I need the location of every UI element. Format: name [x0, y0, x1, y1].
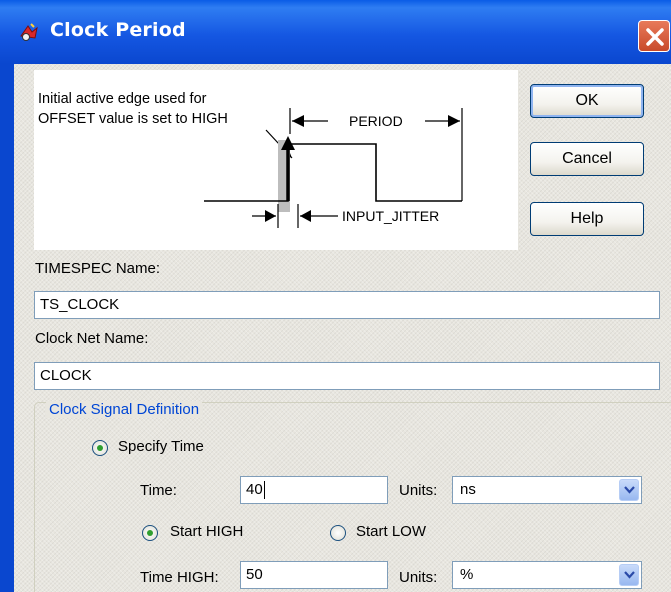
- time-high-units-label: Units:: [399, 569, 438, 586]
- help-button[interactable]: Help: [530, 202, 644, 236]
- clock-wizard-icon: [18, 22, 40, 42]
- start-low-radio[interactable]: [330, 525, 346, 541]
- close-icon: [646, 28, 664, 46]
- time-high-label: Time HIGH:: [140, 569, 219, 586]
- time-units-select[interactable]: ns: [452, 476, 642, 504]
- cancel-button[interactable]: Cancel: [530, 142, 644, 176]
- radio-selected-dot: [97, 445, 103, 451]
- chevron-down-icon: [624, 486, 635, 494]
- time-high-units-value: %: [460, 566, 474, 583]
- time-input[interactable]: 40: [240, 476, 388, 504]
- clock-net-name-label: Clock Net Name:: [35, 330, 149, 347]
- time-high-units-dropdown-button[interactable]: [619, 564, 639, 586]
- diagram-note-line1: Initial active edge used for: [38, 91, 207, 107]
- chevron-down-icon: [624, 571, 635, 579]
- timespec-name-label: TIMESPEC Name:: [35, 260, 161, 277]
- radio-selected-dot: [147, 530, 153, 536]
- timespec-name-input[interactable]: TS_CLOCK: [34, 291, 660, 319]
- clock-period-diagram: Initial active edge used for OFFSET valu…: [34, 70, 518, 250]
- period-label: PERIOD: [349, 113, 403, 129]
- period-arrowhead-left: [292, 115, 304, 127]
- clock-signal-legend: Clock Signal Definition: [46, 401, 203, 418]
- start-high-label[interactable]: Start HIGH: [170, 523, 243, 540]
- dialog-content: Initial active edge used for OFFSET valu…: [14, 64, 671, 592]
- start-high-radio[interactable]: [142, 525, 158, 541]
- jitter-arrowhead-left: [265, 210, 276, 222]
- diagram-note-line2: OFFSET value is set to HIGH: [38, 111, 228, 127]
- time-units-dropdown-button[interactable]: [619, 479, 639, 501]
- jitter-label: INPUT_JITTER: [342, 208, 439, 224]
- start-low-label[interactable]: Start LOW: [356, 523, 426, 540]
- specify-time-radio[interactable]: [92, 440, 108, 456]
- ok-button[interactable]: OK: [530, 84, 644, 118]
- time-label: Time:: [140, 482, 177, 499]
- period-arrowhead-right: [448, 115, 460, 127]
- time-units-value: ns: [460, 481, 476, 498]
- text-caret: [263, 481, 265, 500]
- jitter-arrowhead-right: [300, 210, 311, 222]
- window-title: Clock Period: [50, 19, 186, 41]
- title-bar[interactable]: Clock Period: [0, 0, 671, 64]
- time-units-label: Units:: [399, 482, 438, 499]
- clock-waveform: [204, 143, 462, 202]
- clock-net-name-input[interactable]: CLOCK: [34, 362, 660, 390]
- waveform-diagram: Initial active edge used for OFFSET valu…: [38, 91, 463, 228]
- close-button[interactable]: [638, 20, 670, 52]
- time-input-value: 40: [246, 481, 263, 498]
- time-high-units-select[interactable]: %: [452, 561, 642, 589]
- clock-period-dialog: Clock Period Initial active edge used fo…: [0, 0, 671, 592]
- time-high-input[interactable]: 50: [240, 561, 388, 589]
- specify-time-label[interactable]: Specify Time: [118, 438, 204, 455]
- window-frame-left: [0, 64, 14, 592]
